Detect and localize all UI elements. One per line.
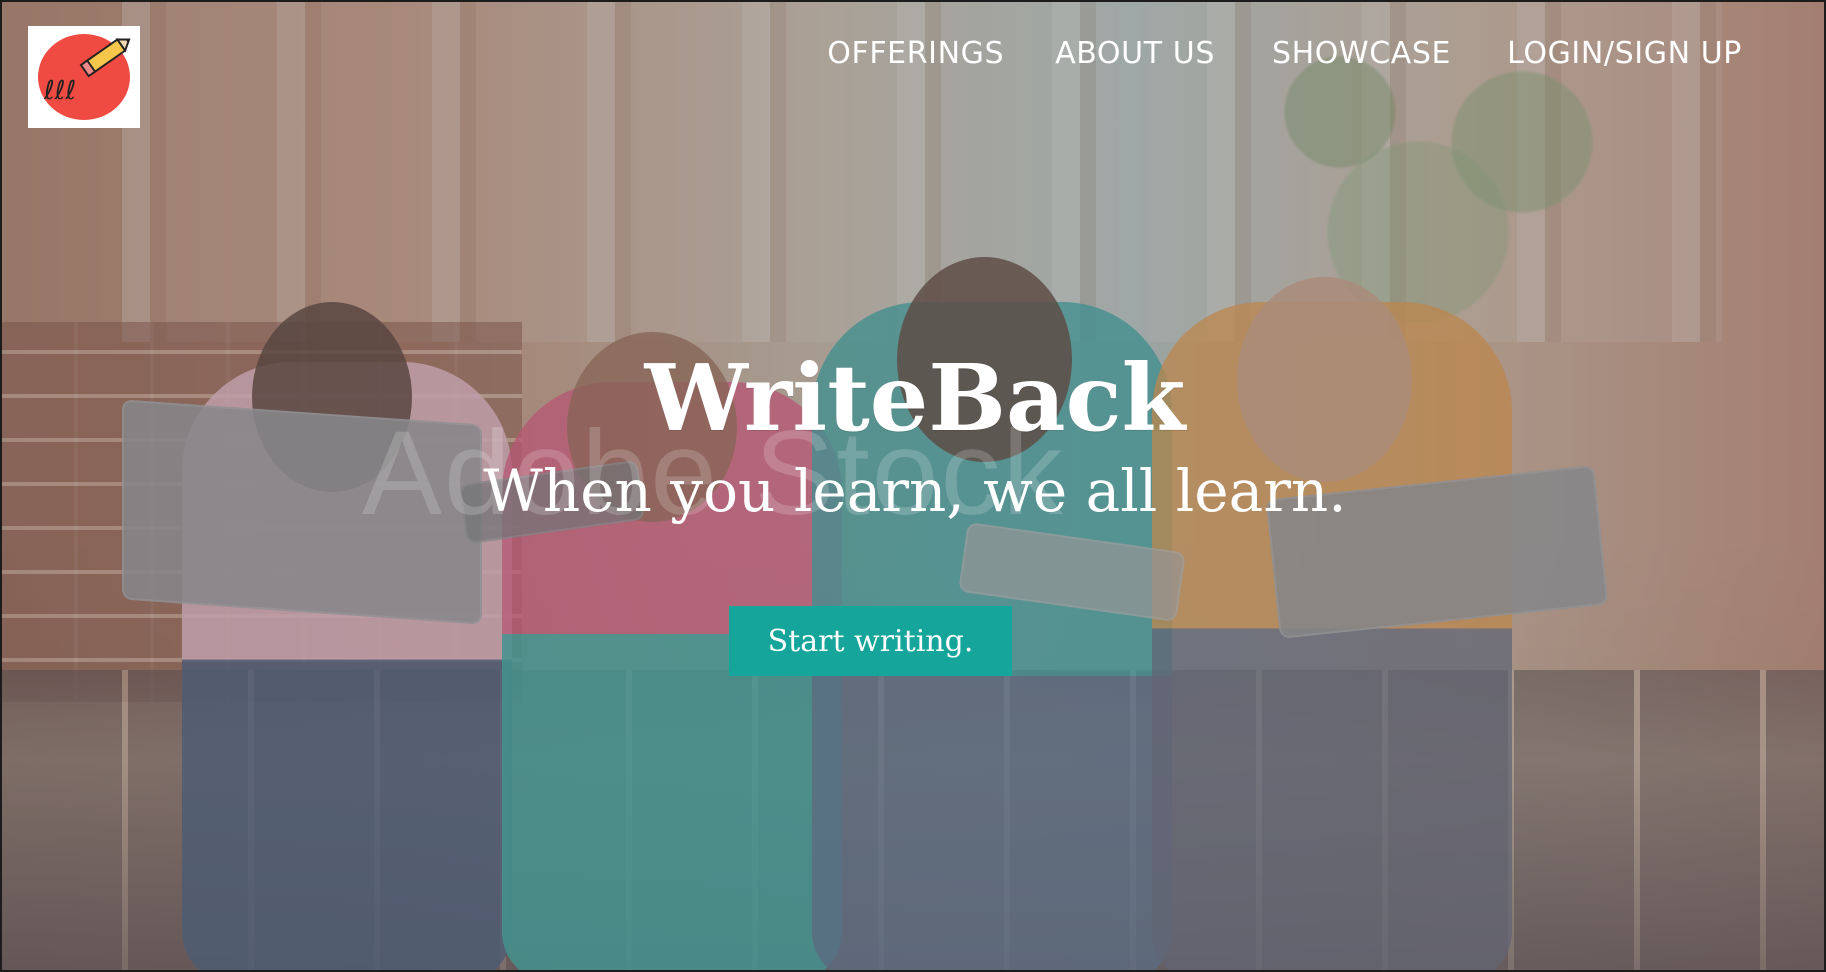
nav-login-signup[interactable]: LOGIN/SIGN UP	[1507, 30, 1742, 77]
nav-showcase[interactable]: SHOWCASE	[1272, 30, 1451, 77]
site-logo[interactable]: ℓℓℓ	[28, 26, 140, 128]
nav-offerings[interactable]: OFFERINGS	[827, 30, 1004, 77]
hero-copy: WriteBack When you learn, we all learn.	[2, 344, 1824, 525]
site-tagline: When you learn, we all learn.	[483, 457, 1347, 525]
app-window: Adobe Stock ℓℓℓ OFFERINGS ABOUT US SHOWC…	[0, 0, 1826, 972]
start-writing-button[interactable]: Start writing.	[729, 606, 1012, 676]
scribble-icon: ℓℓℓ	[44, 76, 77, 106]
pencil-icon	[79, 38, 131, 78]
top-navigation: OFFERINGS ABOUT US SHOWCASE LOGIN/SIGN U…	[827, 30, 1742, 77]
nav-about-us[interactable]: ABOUT US	[1055, 30, 1215, 77]
logo-badge: ℓℓℓ	[38, 34, 131, 120]
site-title: WriteBack	[644, 344, 1186, 452]
